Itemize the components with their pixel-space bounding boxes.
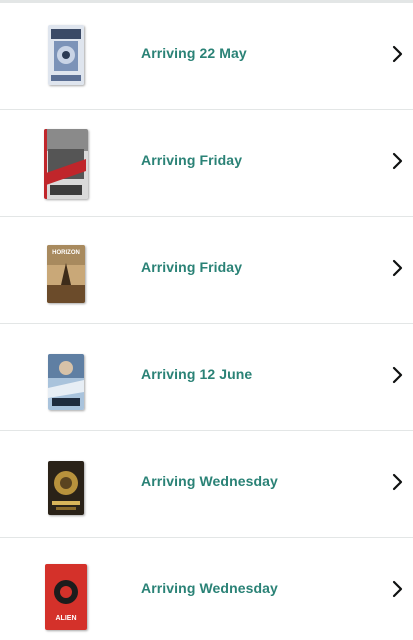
product-thumbnail[interactable]: [44, 129, 88, 199]
chevron-right-icon[interactable]: [389, 259, 405, 277]
delivery-status[interactable]: Arriving Friday: [141, 259, 242, 275]
product-thumbnail[interactable]: ALIEN: [45, 564, 87, 630]
horizon-western-cover-image: HORIZON: [47, 245, 85, 303]
blue-action-cover-image: [48, 354, 84, 410]
delivery-status[interactable]: Arriving 22 May: [141, 45, 247, 61]
order-row[interactable]: Arriving Friday: [0, 110, 413, 217]
chevron-right-icon[interactable]: [389, 366, 405, 384]
chevron-right-icon[interactable]: [389, 152, 405, 170]
delivery-status[interactable]: Arriving Wednesday: [141, 473, 278, 489]
order-row[interactable]: ALIEN Arriving Wednesday: [0, 538, 413, 640]
order-list: Arriving 22 May Arriving Friday HORIZON …: [0, 3, 413, 640]
gold-dark-cover-image: [48, 461, 84, 515]
order-row[interactable]: Arriving Wednesday: [0, 431, 413, 538]
delivery-status[interactable]: Arriving Wednesday: [141, 580, 278, 596]
order-row[interactable]: HORIZON Arriving Friday: [0, 217, 413, 324]
orders-page: Arriving 22 May Arriving Friday HORIZON …: [0, 0, 413, 640]
chevron-right-icon[interactable]: [389, 473, 405, 491]
red-grey-action-cover-image: [44, 129, 88, 199]
alien-red-cover-image: ALIEN: [45, 564, 87, 630]
product-thumbnail[interactable]: [48, 25, 84, 85]
order-row[interactable]: Arriving 22 May: [0, 3, 413, 110]
chevron-right-icon[interactable]: [389, 580, 405, 598]
product-thumbnail[interactable]: [48, 354, 84, 410]
blue-steelbook-cover-image: [48, 25, 84, 85]
chevron-right-icon[interactable]: [389, 45, 405, 63]
cover-title: ALIEN: [56, 615, 77, 622]
delivery-status[interactable]: Arriving Friday: [141, 152, 242, 168]
product-thumbnail[interactable]: HORIZON: [47, 245, 85, 303]
order-row[interactable]: Arriving 12 June: [0, 324, 413, 431]
product-thumbnail[interactable]: [48, 461, 84, 515]
delivery-status[interactable]: Arriving 12 June: [141, 366, 252, 382]
cover-title: HORIZON: [52, 250, 80, 256]
